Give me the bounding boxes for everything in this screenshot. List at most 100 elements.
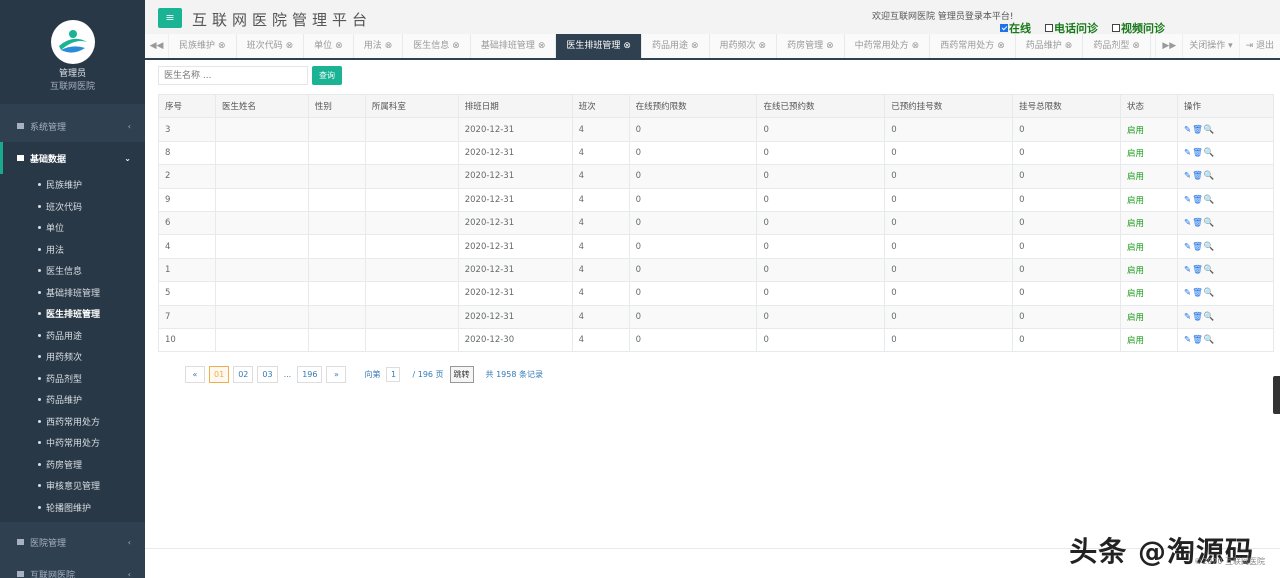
sidebar-item-drug-maintenance[interactable]: 药品维护 xyxy=(0,389,145,411)
menu-group-basic-data[interactable]: 基础数据 ⌄ xyxy=(0,142,145,174)
logout-button[interactable]: ⇥ 退出 xyxy=(1238,34,1280,58)
row-actions[interactable]: ✎🗑🔍 xyxy=(1177,210,1274,236)
sidebar-item-shift-code[interactable]: 班次代码 xyxy=(0,196,145,218)
sidebar-item-doctor-schedule[interactable]: 医生排班管理 xyxy=(0,303,145,325)
page-next-button[interactable]: » xyxy=(326,366,347,383)
close-icon[interactable]: ⊗ xyxy=(759,41,767,51)
page-button-last[interactable]: 196 xyxy=(297,366,323,383)
tab-drug-maintenance[interactable]: 药品维护 ⊗ xyxy=(1016,34,1084,58)
tab-unit[interactable]: 单位 ⊗ xyxy=(304,34,354,58)
table-row[interactable]: 7 2020-12-31 4 0 0 0 0 启用 ✎🗑🔍 xyxy=(158,304,1274,329)
page-first-button[interactable]: « xyxy=(185,366,205,383)
search-button[interactable]: 查询 xyxy=(312,66,342,85)
sidebar-item-basic-schedule[interactable]: 基础排班管理 xyxy=(0,282,145,304)
tab-drug-purpose[interactable]: 药品用途 ⊗ xyxy=(642,34,710,58)
close-operations-dropdown[interactable]: 关闭操作 ▾ xyxy=(1182,34,1238,58)
sidebar-item-unit[interactable]: 单位 xyxy=(0,217,145,239)
close-icon[interactable]: ⊗ xyxy=(452,41,460,51)
tab-ethnicity[interactable]: 民族维护 ⊗ xyxy=(169,34,237,58)
sidebar-item-ethnicity[interactable]: 民族维护 xyxy=(0,174,145,196)
close-icon[interactable]: ⊗ xyxy=(691,41,699,51)
table-cell: 0 xyxy=(884,187,1014,212)
row-actions[interactable]: ✎🗑🔍 xyxy=(1177,281,1274,306)
status-badge: 启用 xyxy=(1120,327,1178,353)
table-row[interactable]: 3 2020-12-31 4 0 0 0 0 启用 ✎🗑🔍 xyxy=(158,117,1274,142)
status-badge: 启用 xyxy=(1120,140,1178,166)
tab-drug-frequency[interactable]: 用药频次 ⊗ xyxy=(710,34,778,58)
table-row[interactable]: 8 2020-12-31 4 0 0 0 0 启用 ✎🗑🔍 xyxy=(158,140,1274,166)
sidebar-item-drug-purpose[interactable]: 药品用途 xyxy=(0,325,145,347)
menu-group-system[interactable]: 系统管理 ‹ xyxy=(0,110,145,142)
menu-group-hospital[interactable]: 医院管理 ‹ xyxy=(0,526,145,558)
table-row[interactable]: 5 2020-12-31 4 0 0 0 0 启用 ✎🗑🔍 xyxy=(158,281,1274,306)
tab-chinese-prescription[interactable]: 中药常用处方 ⊗ xyxy=(845,34,931,58)
close-icon[interactable]: ⊗ xyxy=(623,41,631,51)
sidebar-item-western-prescription[interactable]: 西药常用处方 xyxy=(0,411,145,433)
hospital-logo xyxy=(50,20,95,64)
row-actions[interactable]: ✎🗑🔍 xyxy=(1177,234,1274,259)
table-cell: 0 xyxy=(756,117,886,142)
doctor-name-search-input[interactable] xyxy=(158,66,308,85)
page-button-current[interactable]: 01 xyxy=(209,366,230,383)
table-row[interactable]: 4 2020-12-31 4 0 0 0 0 启用 ✎🗑🔍 xyxy=(158,234,1274,259)
table-row[interactable]: 6 2020-12-31 4 0 0 0 0 启用 ✎🗑🔍 xyxy=(158,210,1274,236)
goto-page-input[interactable]: 1 xyxy=(386,367,401,382)
close-icon[interactable]: ⊗ xyxy=(385,41,393,51)
table-cell xyxy=(214,234,309,259)
row-actions[interactable]: ✎🗑🔍 xyxy=(1177,117,1274,142)
tab-usage[interactable]: 用法 ⊗ xyxy=(354,34,404,58)
sidebar-item-usage[interactable]: 用法 xyxy=(0,239,145,261)
table-cell xyxy=(214,140,309,166)
close-icon[interactable]: ⊗ xyxy=(1132,41,1140,51)
table-cell: 0 xyxy=(884,257,1014,283)
tab-basic-schedule[interactable]: 基础排班管理 ⊗ xyxy=(471,34,557,58)
sidebar-item-chinese-prescription[interactable]: 中药常用处方 xyxy=(0,432,145,454)
tab-doctor-schedule[interactable]: 医生排班管理 ⊗ xyxy=(556,34,642,58)
side-panel-handle[interactable] xyxy=(1273,376,1280,414)
row-actions[interactable]: ✎🗑🔍 xyxy=(1177,304,1274,329)
page-button[interactable]: 02 xyxy=(233,366,254,383)
tab-shift-code[interactable]: 班次代码 ⊗ xyxy=(237,34,305,58)
row-actions[interactable]: ✎🗑🔍 xyxy=(1177,257,1274,283)
close-icon[interactable]: ⊗ xyxy=(218,41,226,51)
menu-toggle-button[interactable]: ≡ xyxy=(158,8,182,28)
row-actions[interactable]: ✎🗑🔍 xyxy=(1177,164,1274,189)
row-actions[interactable]: ✎🗑🔍 xyxy=(1177,187,1274,212)
status-badge: 启用 xyxy=(1120,210,1178,236)
table-row[interactable]: 10 2020-12-30 4 0 0 0 0 启用 ✎🗑🔍 xyxy=(158,327,1274,353)
close-icon[interactable]: ⊗ xyxy=(538,41,546,51)
close-icon[interactable]: ⊗ xyxy=(286,41,294,51)
page-button[interactable]: 03 xyxy=(257,366,278,383)
goto-button[interactable]: 跳转 xyxy=(449,366,474,383)
sidebar-item-drug-frequency[interactable]: 用药频次 xyxy=(0,346,145,368)
sidebar-item-doctor-info[interactable]: 医生信息 xyxy=(0,260,145,282)
table-row[interactable]: 1 2020-12-31 4 0 0 0 0 启用 ✎🗑🔍 xyxy=(158,257,1274,283)
table-row[interactable]: 9 2020-12-31 4 0 0 0 0 启用 ✎🗑🔍 xyxy=(158,187,1274,212)
table-row[interactable]: 2 2020-12-31 4 0 0 0 0 启用 ✎🗑🔍 xyxy=(158,164,1274,189)
dot-icon xyxy=(38,419,41,423)
sidebar-item-drug-form[interactable]: 药品剂型 xyxy=(0,368,145,390)
close-icon[interactable]: ⊗ xyxy=(335,41,343,51)
row-actions[interactable]: ✎🗑🔍 xyxy=(1177,327,1274,353)
tabs-prev-icon[interactable]: ◀◀ xyxy=(145,34,169,58)
table-cell: 0 xyxy=(884,234,1014,259)
column-header: 医生姓名 xyxy=(214,93,309,119)
sidebar-item-pharmacy[interactable]: 药房管理 xyxy=(0,454,145,476)
tabs-next-icon[interactable]: ▶▶ xyxy=(1155,34,1182,58)
tab-drug-form[interactable]: 药品剂型 ⊗ xyxy=(1083,34,1151,58)
close-icon[interactable]: ⊗ xyxy=(826,41,834,51)
tab-doctor-info[interactable]: 医生信息 ⊗ xyxy=(403,34,471,58)
tab-western-prescription[interactable]: 西药常用处方 ⊗ xyxy=(930,34,1016,58)
table-cell: 0 xyxy=(628,257,758,283)
tab-pharmacy[interactable]: 药房管理 ⊗ xyxy=(777,34,845,58)
sidebar-item-carousel[interactable]: 轮播图维护 xyxy=(0,497,145,519)
close-icon[interactable]: ⊗ xyxy=(997,41,1005,51)
close-icon[interactable]: ⊗ xyxy=(1065,41,1073,51)
menu-group-internet-hospital[interactable]: 互联网医院 ‹ xyxy=(0,558,145,578)
chevron-left-icon: ‹ xyxy=(127,121,131,131)
close-icon[interactable]: ⊗ xyxy=(912,41,920,51)
row-actions[interactable]: ✎🗑🔍 xyxy=(1177,140,1274,166)
table-cell xyxy=(307,164,366,189)
sidebar-item-review-opinion[interactable]: 审核意见管理 xyxy=(0,475,145,497)
table-cell: 0 xyxy=(884,327,1014,353)
